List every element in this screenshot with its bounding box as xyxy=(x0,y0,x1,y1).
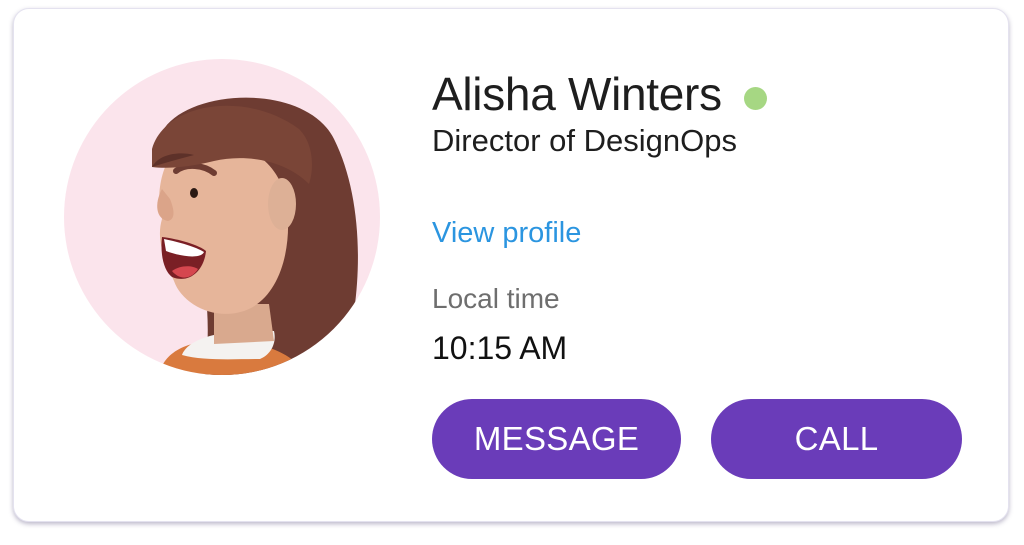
name-row: Alisha Winters xyxy=(432,67,767,121)
call-button[interactable]: CALL xyxy=(711,399,962,479)
contact-name: Alisha Winters xyxy=(432,68,722,120)
avatar xyxy=(64,59,380,375)
online-status-dot-icon xyxy=(743,86,767,110)
view-profile-link[interactable]: View profile xyxy=(432,217,581,250)
job-title: Director of DesignOps xyxy=(432,123,737,158)
local-time-value: 10:15 AM xyxy=(432,330,568,366)
contact-card: Alisha Winters Director of DesignOps Vie… xyxy=(13,8,1009,522)
person-avatar-icon xyxy=(152,97,358,375)
local-time-label: Local time xyxy=(432,283,560,314)
message-button[interactable]: MESSAGE xyxy=(432,399,681,479)
